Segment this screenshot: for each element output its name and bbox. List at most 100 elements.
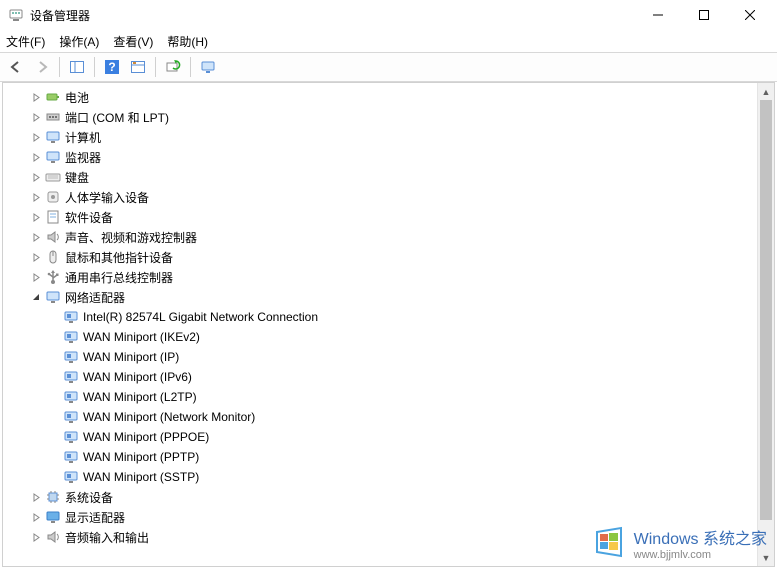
forward-button[interactable] bbox=[30, 55, 54, 79]
menu-bar: 文件(F) 操作(A) 查看(V) 帮助(H) bbox=[0, 30, 777, 52]
speaker-icon bbox=[45, 229, 61, 245]
tree-category-battery[interactable]: 电池 bbox=[3, 87, 774, 107]
nic-icon bbox=[63, 349, 79, 365]
expand-caret-icon[interactable] bbox=[29, 233, 43, 242]
svg-text:?: ? bbox=[108, 60, 115, 74]
content-pane: 电池端口 (COM 和 LPT) 计算机监视器键盘人体学输入设备软件设备声音、视频… bbox=[2, 82, 775, 567]
devices-by-type-button[interactable] bbox=[196, 55, 220, 79]
nic-icon bbox=[63, 429, 79, 445]
tree-device-item[interactable]: WAN Miniport (PPPOE) bbox=[3, 427, 774, 447]
tree-device-item[interactable]: WAN Miniport (PPTP) bbox=[3, 447, 774, 467]
expand-caret-icon[interactable] bbox=[29, 493, 43, 502]
device-tree[interactable]: 电池端口 (COM 和 LPT) 计算机监视器键盘人体学输入设备软件设备声音、视频… bbox=[3, 83, 774, 566]
vertical-scrollbar[interactable]: ▲ ▼ bbox=[757, 83, 774, 566]
tree-category-monitors[interactable]: 监视器 bbox=[3, 147, 774, 167]
back-button[interactable] bbox=[4, 55, 28, 79]
tree-device-item[interactable]: WAN Miniport (L2TP) bbox=[3, 387, 774, 407]
tree-category-display[interactable]: 显示适配器 bbox=[3, 507, 774, 527]
tree-item-label: 通用串行总线控制器 bbox=[65, 269, 173, 286]
expand-caret-icon[interactable] bbox=[29, 253, 43, 262]
scroll-thumb[interactable] bbox=[760, 100, 772, 520]
tree-category-mouse[interactable]: 鼠标和其他指针设备 bbox=[3, 247, 774, 267]
tree-category-ports[interactable]: 端口 (COM 和 LPT) bbox=[3, 107, 774, 127]
tree-category-computer[interactable]: 计算机 bbox=[3, 127, 774, 147]
tree-device-item[interactable]: WAN Miniport (IPv6) bbox=[3, 367, 774, 387]
maximize-button[interactable] bbox=[681, 0, 727, 30]
menu-action[interactable]: 操作(A) bbox=[59, 33, 99, 50]
app-icon bbox=[8, 7, 24, 23]
tree-item-label: 鼠标和其他指针设备 bbox=[65, 249, 173, 266]
monitor-icon bbox=[45, 129, 61, 145]
speaker-icon bbox=[45, 529, 61, 545]
tree-device-item[interactable]: WAN Miniport (SSTP) bbox=[3, 467, 774, 487]
expand-caret-icon[interactable] bbox=[29, 113, 43, 122]
tree-category-audio[interactable]: 音频输入和输出 bbox=[3, 527, 774, 547]
tree-category-keyboards[interactable]: 键盘 bbox=[3, 167, 774, 187]
tree-item-label: 声音、视频和游戏控制器 bbox=[65, 229, 197, 246]
tree-item-label: 音频输入和输出 bbox=[65, 529, 149, 546]
tree-item-label: 网络适配器 bbox=[65, 289, 125, 306]
tree-item-label: WAN Miniport (Network Monitor) bbox=[83, 410, 255, 424]
tree-item-label: 人体学输入设备 bbox=[65, 189, 149, 206]
tree-item-label: 软件设备 bbox=[65, 209, 113, 226]
tree-category-usb[interactable]: 通用串行总线控制器 bbox=[3, 267, 774, 287]
tree-item-label: WAN Miniport (IPv6) bbox=[83, 370, 192, 384]
toolbar: ? bbox=[0, 52, 777, 82]
tree-item-label: 电池 bbox=[65, 89, 89, 106]
battery-icon bbox=[45, 89, 61, 105]
menu-file[interactable]: 文件(F) bbox=[6, 33, 45, 50]
expand-caret-icon[interactable] bbox=[29, 173, 43, 182]
monitor-icon bbox=[45, 149, 61, 165]
expand-caret-icon[interactable] bbox=[29, 133, 43, 142]
nic-icon bbox=[63, 329, 79, 345]
properties-button[interactable] bbox=[126, 55, 150, 79]
tree-item-label: 系统设备 bbox=[65, 489, 113, 506]
tree-item-label: WAN Miniport (PPPOE) bbox=[83, 430, 209, 444]
close-button[interactable] bbox=[727, 0, 773, 30]
tree-device-item[interactable]: WAN Miniport (Network Monitor) bbox=[3, 407, 774, 427]
menu-help[interactable]: 帮助(H) bbox=[167, 33, 208, 50]
tree-device-item[interactable]: Intel(R) 82574L Gigabit Network Connecti… bbox=[3, 307, 774, 327]
port-icon bbox=[45, 109, 61, 125]
expand-caret-icon[interactable] bbox=[29, 153, 43, 162]
keyboard-icon bbox=[45, 169, 61, 185]
tree-item-label: WAN Miniport (L2TP) bbox=[83, 390, 197, 404]
expand-caret-icon[interactable] bbox=[29, 193, 43, 202]
nic-icon bbox=[63, 449, 79, 465]
tree-category-hid[interactable]: 人体学输入设备 bbox=[3, 187, 774, 207]
chip-icon bbox=[45, 489, 61, 505]
scroll-up-button[interactable]: ▲ bbox=[758, 83, 774, 100]
monitor-icon bbox=[45, 289, 61, 305]
nic-icon bbox=[63, 369, 79, 385]
scroll-down-button[interactable]: ▼ bbox=[758, 549, 774, 566]
expand-caret-icon[interactable] bbox=[29, 93, 43, 102]
nic-icon bbox=[63, 409, 79, 425]
toolbar-separator bbox=[190, 57, 191, 77]
show-hide-console-tree-button[interactable] bbox=[65, 55, 89, 79]
tree-category-sound[interactable]: 声音、视频和游戏控制器 bbox=[3, 227, 774, 247]
tree-category-software[interactable]: 软件设备 bbox=[3, 207, 774, 227]
mouse-icon bbox=[45, 249, 61, 265]
expand-caret-icon[interactable] bbox=[29, 213, 43, 222]
minimize-button[interactable] bbox=[635, 0, 681, 30]
tree-item-label: 计算机 bbox=[65, 129, 101, 146]
tree-device-item[interactable]: WAN Miniport (IKEv2) bbox=[3, 327, 774, 347]
tree-device-item[interactable]: WAN Miniport (IP) bbox=[3, 347, 774, 367]
tree-category-system[interactable]: 系统设备 bbox=[3, 487, 774, 507]
scan-hardware-button[interactable] bbox=[161, 55, 185, 79]
nic-icon bbox=[63, 389, 79, 405]
collapse-caret-icon[interactable] bbox=[29, 293, 43, 302]
menu-view[interactable]: 查看(V) bbox=[113, 33, 153, 50]
hid-icon bbox=[45, 189, 61, 205]
tree-item-label: WAN Miniport (SSTP) bbox=[83, 470, 199, 484]
expand-caret-icon[interactable] bbox=[29, 513, 43, 522]
tree-item-label: 显示适配器 bbox=[65, 509, 125, 526]
title-bar: 设备管理器 bbox=[0, 0, 777, 30]
expand-caret-icon[interactable] bbox=[29, 533, 43, 542]
tree-category-network[interactable]: 网络适配器 bbox=[3, 287, 774, 307]
help-button[interactable]: ? bbox=[100, 55, 124, 79]
tree-item-label: 端口 (COM 和 LPT) bbox=[65, 109, 169, 126]
window-title: 设备管理器 bbox=[30, 7, 635, 24]
expand-caret-icon[interactable] bbox=[29, 273, 43, 282]
usb-icon bbox=[45, 269, 61, 285]
